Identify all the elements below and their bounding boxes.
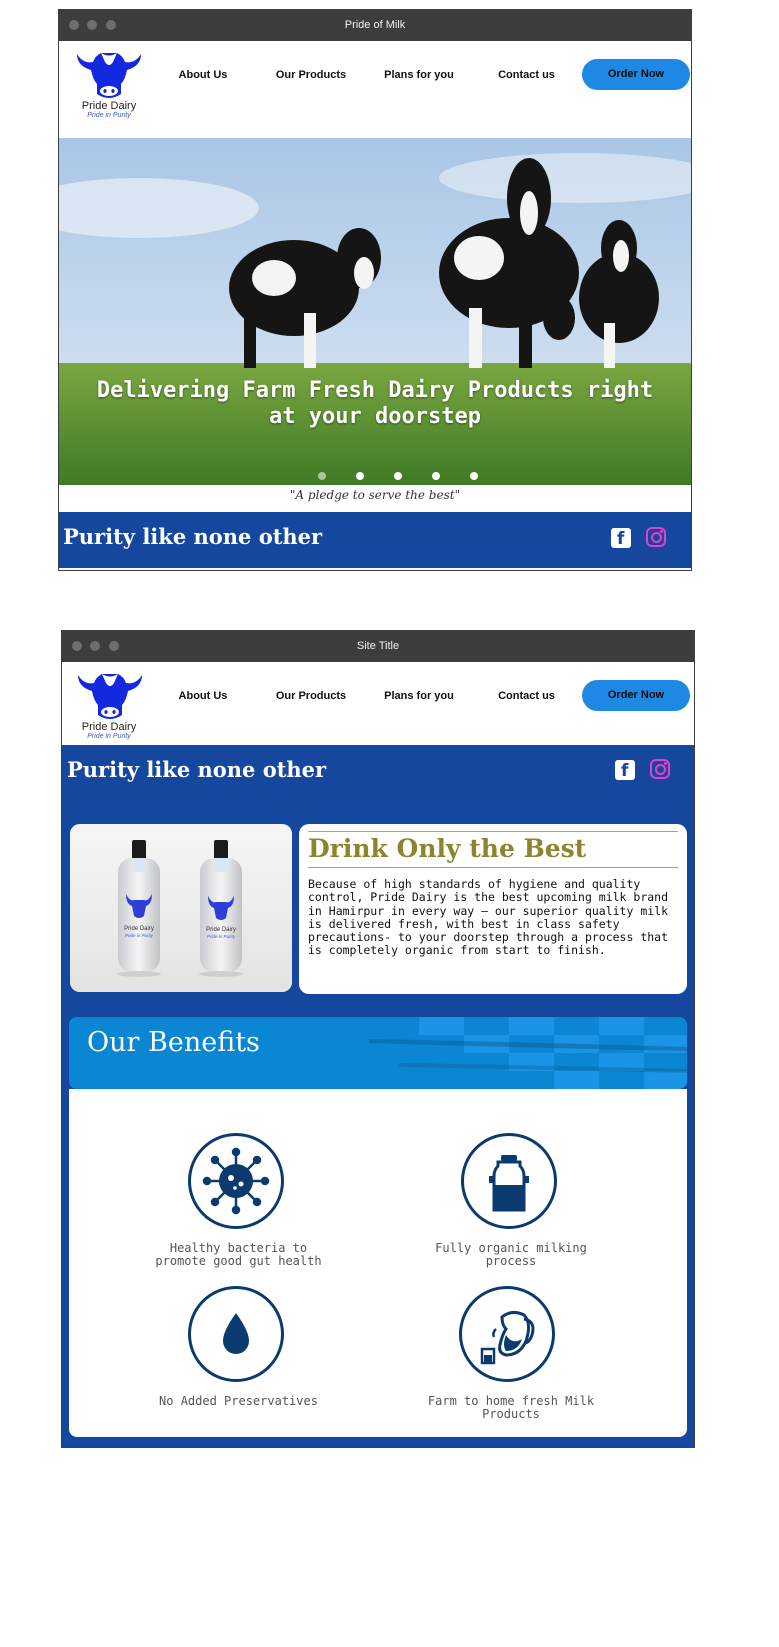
benefit-label-bacteria: Healthy bacteria to promote good gut hea…: [155, 1241, 322, 1268]
water-drop-icon: [223, 1313, 249, 1354]
brand-name: Pride Dairy: [81, 721, 137, 733]
drink-top-rule: [308, 831, 678, 832]
svg-text:Pride in Purity: Pride in Purity: [207, 934, 236, 939]
benefit-label-organic: Fully organic milking process: [435, 1241, 587, 1268]
bacteria-icon: [202, 1147, 270, 1215]
milk-jug-icon: [480, 1310, 535, 1365]
carousel-dot-1[interactable]: [318, 472, 326, 480]
nav-contact-us[interactable]: Contact us: [484, 679, 569, 713]
benefits-header: Our Benefits: [69, 1017, 687, 1089]
browser-window-about: Site Title Pride Dairy Pride in Purity A…: [61, 630, 695, 1448]
window-titlebar: Pride of Milk: [59, 10, 691, 41]
brand-name: Pride Dairy: [81, 100, 137, 112]
product-image-card: Pride Dairy Pride in Purity Pride Dairy …: [70, 824, 292, 992]
hero-headline: Delivering Farm Fresh Dairy Products rig…: [96, 378, 654, 429]
cow-head-icon[interactable]: [75, 48, 143, 100]
nav-our-products[interactable]: Our Products: [266, 58, 356, 92]
browser-window-home: Pride of Milk Pride Dairy Pride in Purit…: [58, 9, 692, 571]
order-now-button[interactable]: Order Now: [582, 59, 690, 90]
window-title: Pride of Milk: [344, 19, 406, 31]
nav-about-us[interactable]: About Us: [163, 58, 243, 92]
svg-text:Pride in Purity: Pride in Purity: [125, 933, 154, 938]
benefit-item-organic: [461, 1133, 557, 1229]
facebook-icon[interactable]: f: [615, 760, 635, 781]
about-content-panel: Purity like none other f Pride Dairy Pri…: [62, 745, 694, 1447]
window-titlebar: Site Title: [62, 631, 694, 662]
hero-cows-image: [59, 138, 691, 485]
benefit-label-preservatives: No Added Preservatives: [159, 1394, 318, 1408]
milk-can-icon: [489, 1155, 529, 1212]
facebook-icon[interactable]: f: [611, 528, 631, 549]
nav-our-products[interactable]: Our Products: [266, 679, 356, 713]
svg-text:Pride Dairy: Pride Dairy: [124, 926, 154, 932]
milk-bottles-image: Pride Dairy Pride in Purity Pride Dairy …: [70, 824, 292, 992]
benefit-item-preservatives: [188, 1286, 284, 1382]
drink-description: Because of high standards of hygiene and…: [308, 877, 669, 958]
window-title: Site Title: [356, 640, 400, 652]
svg-text:Pride Dairy: Pride Dairy: [206, 927, 236, 933]
benefits-title: Our Benefits: [87, 1027, 260, 1058]
drink-bottom-rule: [308, 867, 678, 868]
purity-banner: Purity like none other f: [59, 512, 691, 568]
cow-head-icon[interactable]: [76, 669, 144, 721]
nav-plans[interactable]: Plans for you: [374, 58, 464, 92]
nav-contact-us[interactable]: Contact us: [484, 58, 569, 92]
hero-carousel[interactable]: Delivering Farm Fresh Dairy Products rig…: [59, 138, 691, 485]
brand-tagline: Pride in Purity: [87, 112, 131, 119]
instagram-icon[interactable]: [646, 527, 666, 547]
carousel-dot-3[interactable]: [394, 472, 402, 480]
carousel-dot-5[interactable]: [470, 472, 478, 480]
carousel-dot-4[interactable]: [432, 472, 440, 480]
purity-tagline: Purity like none other: [67, 757, 327, 782]
benefit-item-bacteria: [188, 1133, 284, 1229]
instagram-icon[interactable]: [650, 759, 670, 779]
benefit-label-farm-to-home: Farm to home fresh Milk Products: [427, 1394, 595, 1421]
benefits-grid: Healthy bacteria to promote good gut hea…: [69, 1089, 687, 1437]
carousel-dot-2[interactable]: [356, 472, 364, 480]
nav-plans[interactable]: Plans for you: [374, 679, 464, 713]
brand-tagline: Pride in Purity: [87, 733, 131, 740]
purity-tagline: Purity like none other: [63, 524, 323, 549]
order-now-button[interactable]: Order Now: [582, 680, 690, 711]
drink-title: Drink Only the Best: [308, 834, 587, 863]
pledge-text: "A pledge to serve the best": [289, 488, 461, 502]
nav-about-us[interactable]: About Us: [163, 679, 243, 713]
benefit-item-farm-to-home: [459, 1286, 555, 1382]
drink-best-card: Drink Only the Best Because of high stan…: [299, 824, 687, 994]
